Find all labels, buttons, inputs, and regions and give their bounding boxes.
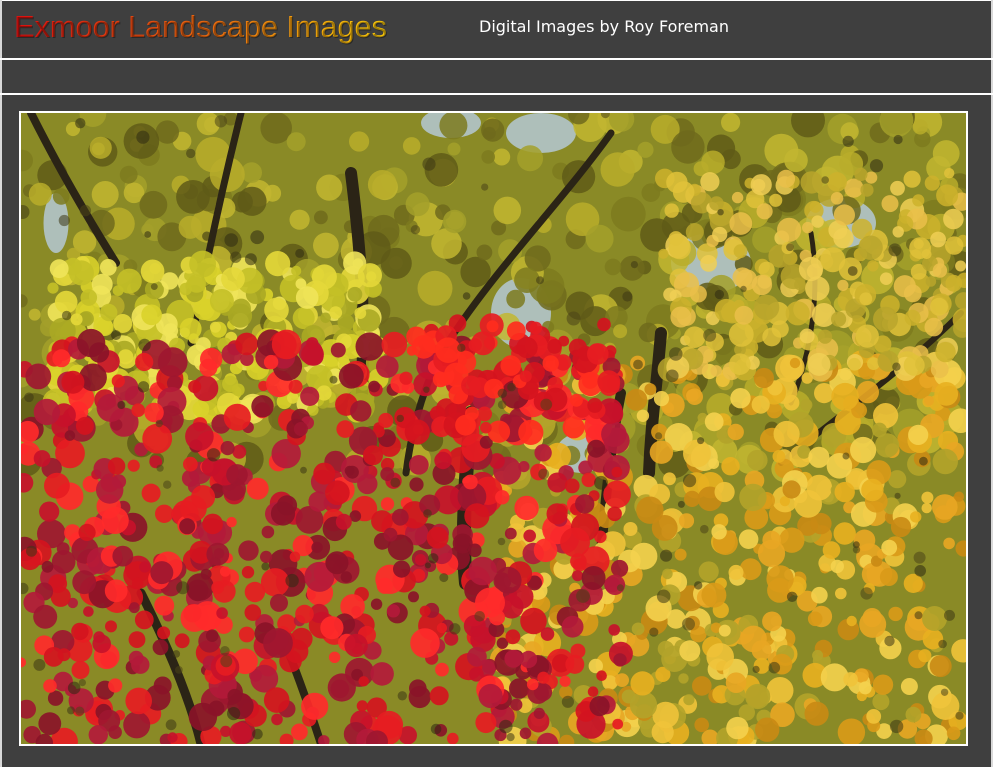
main-photo[interactable]: [19, 111, 968, 746]
site-title[interactable]: Exmoor Landscape Images: [14, 9, 387, 45]
page: Exmoor Landscape Images Digital Images b…: [0, 0, 993, 767]
autumn-maple-photo: [21, 113, 966, 744]
site-subtitle: Digital Images by Roy Foreman: [479, 17, 729, 36]
nav-divider: [0, 93, 993, 95]
nav-bar: [2, 60, 991, 93]
site-header: Exmoor Landscape Images Digital Images b…: [2, 1, 991, 58]
frame-left-edge: [0, 0, 2, 767]
